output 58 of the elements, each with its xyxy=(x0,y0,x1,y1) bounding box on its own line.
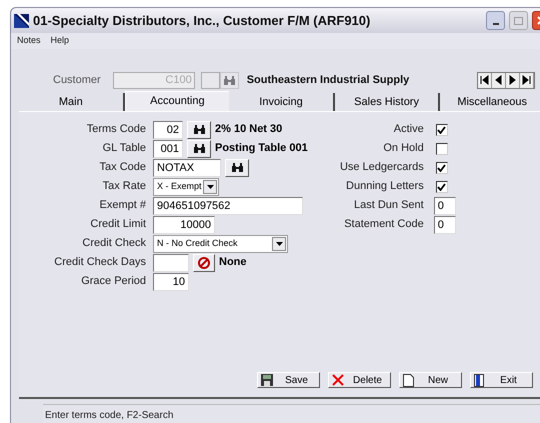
input-field[interactable]: 10 xyxy=(153,272,189,290)
binoculars-icon xyxy=(194,144,204,153)
minimize-button[interactable] xyxy=(486,11,505,30)
caret-icon xyxy=(272,236,286,250)
x-icon xyxy=(332,374,344,386)
prohibited-icon xyxy=(198,256,210,268)
checkbox[interactable] xyxy=(436,180,448,192)
field-label: Dunning Letters xyxy=(345,179,424,194)
field-label: Statement Code xyxy=(343,217,424,232)
input-field[interactable]: 10000 xyxy=(153,216,215,234)
field-label: Tax Code xyxy=(98,160,147,176)
binoculars-icon xyxy=(232,163,242,172)
field-label: Exempt # xyxy=(98,198,147,214)
door-icon xyxy=(474,374,484,386)
action-button[interactable]: Delete xyxy=(328,372,391,388)
navigation-icon[interactable] xyxy=(478,72,492,88)
field-label: Credit Check Days xyxy=(53,255,147,270)
action-button[interactable]: Save xyxy=(257,372,320,388)
input-field[interactable]: NOTAX xyxy=(153,158,221,176)
input-field[interactable]: 001 xyxy=(153,140,183,158)
field-label: Last Dun Sent xyxy=(353,198,424,214)
input-field[interactable] xyxy=(153,254,189,272)
field-label: GL Table xyxy=(102,141,147,156)
clear-button[interactable] xyxy=(193,254,215,272)
input-field[interactable]: 904651097562 xyxy=(153,196,303,214)
dropdown[interactable]: X - Exempt xyxy=(153,178,219,196)
menu-item[interactable]: Help xyxy=(50,34,70,48)
caret-icon xyxy=(203,180,217,194)
action-button[interactable]: Exit xyxy=(470,372,533,388)
checkbox[interactable] xyxy=(436,142,448,154)
action-button[interactable]: New xyxy=(399,372,462,388)
field-label: Customer xyxy=(53,72,101,88)
menu-item[interactable]: Notes xyxy=(17,34,41,48)
field-label: Active xyxy=(392,122,424,138)
field-label: Tax Rate xyxy=(102,179,147,194)
checkbox[interactable] xyxy=(436,162,448,174)
input-field[interactable]: 0 xyxy=(434,216,456,234)
input-field[interactable]: 02 xyxy=(153,120,183,138)
field-label: Credit Check xyxy=(81,236,147,252)
dropdown[interactable]: N - No Credit Check xyxy=(153,234,288,252)
field-label: Credit Limit xyxy=(89,217,147,232)
tab[interactable]: Accounting xyxy=(124,91,230,111)
navigation-icon[interactable] xyxy=(520,72,534,88)
record-navigator[interactable] xyxy=(477,72,535,88)
window-title: 01-Specialty Distributors, Inc., Customer F/M (ARF910) xyxy=(33,12,372,30)
app-logo-icon xyxy=(14,14,29,28)
checkbox[interactable] xyxy=(436,124,448,136)
description-text: None xyxy=(219,255,246,270)
description-text: 2% 10 Net 30 xyxy=(215,122,282,138)
input-field[interactable]: 0 xyxy=(434,196,456,214)
field-label: Grace Period xyxy=(80,274,147,290)
page-icon xyxy=(403,374,414,386)
field-label: Terms Code xyxy=(86,122,147,138)
field-label: Use Ledgercards xyxy=(338,160,424,176)
description-text: Posting Table 001 xyxy=(215,141,308,156)
binoculars-icon xyxy=(224,76,235,84)
binoculars-icon xyxy=(194,125,204,134)
customer-name: Southeastern Industrial Supply xyxy=(246,72,410,88)
